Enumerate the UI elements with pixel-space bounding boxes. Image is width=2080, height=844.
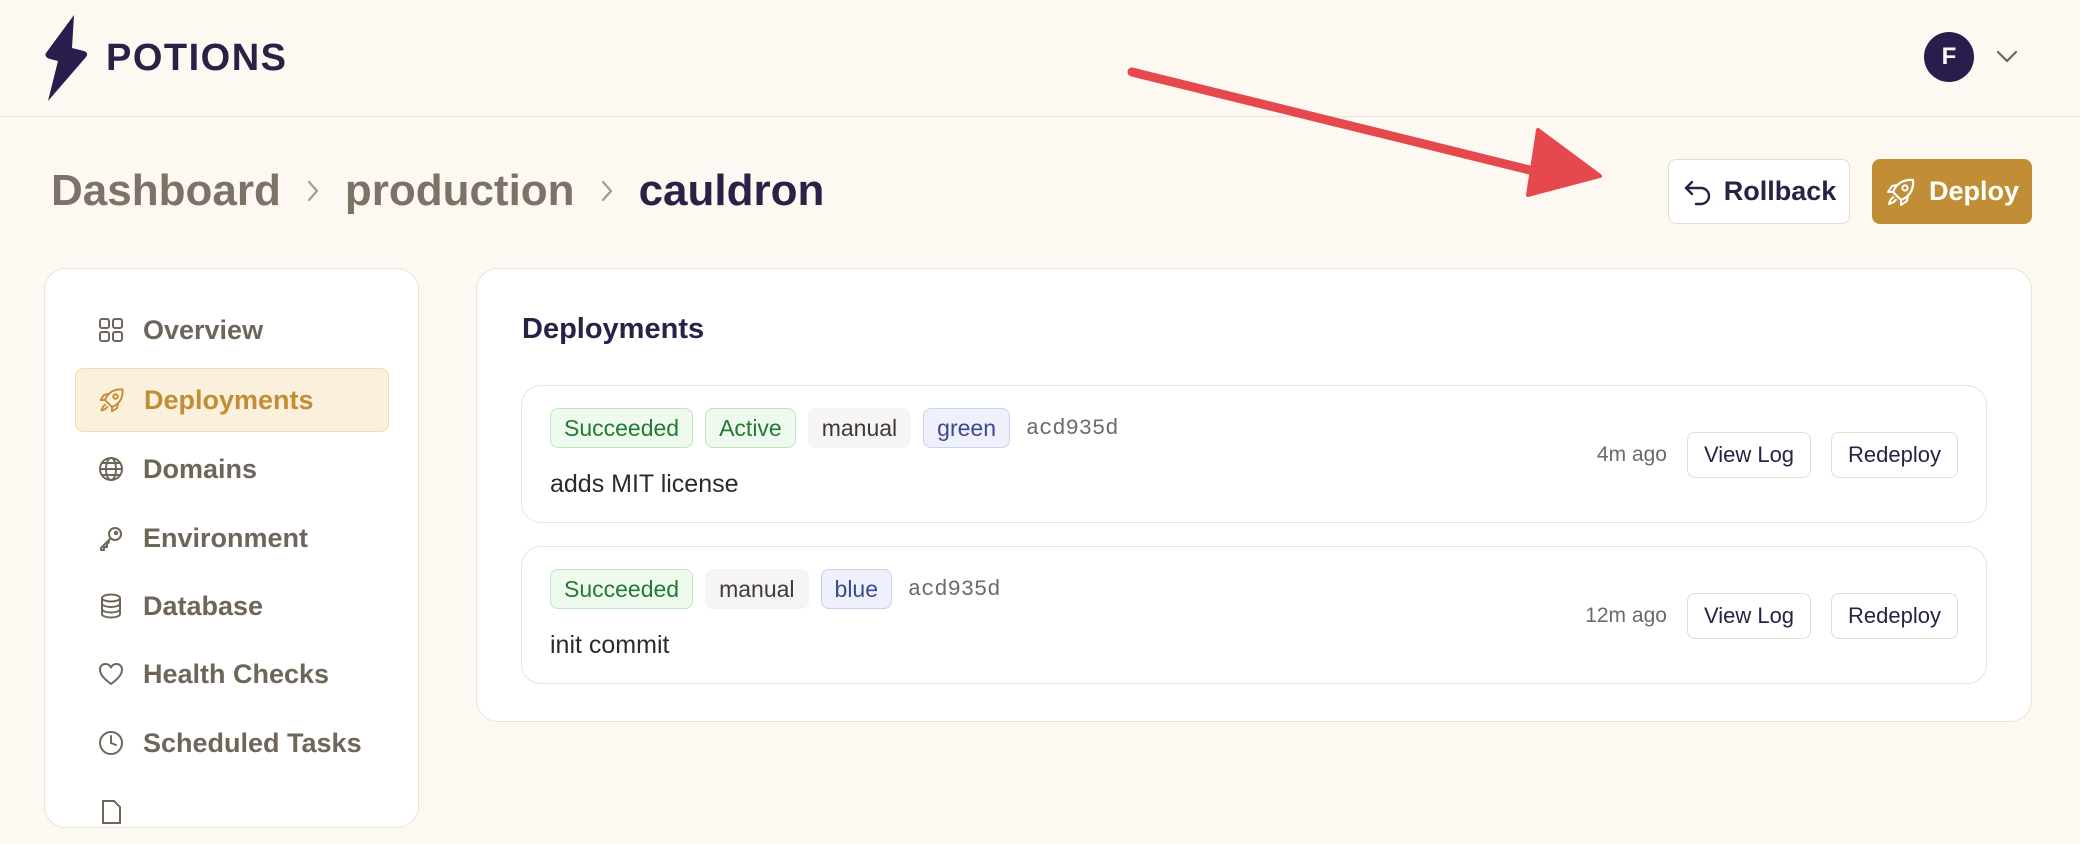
- user-menu[interactable]: F: [1924, 32, 2018, 82]
- sidebar-item-label: Environment: [143, 522, 309, 553]
- sidebar-item-label: Deployments: [144, 384, 314, 415]
- panel-title: Deployments: [522, 313, 705, 345]
- annotation-arrow: [1127, 67, 1602, 197]
- redeploy-button[interactable]: Redeploy: [1831, 432, 1958, 478]
- commit-sha: acd935d: [1026, 415, 1119, 441]
- breadcrumb-dashboard[interactable]: Dashboard: [51, 166, 281, 216]
- sidebar-item-environment[interactable]: Environment: [75, 506, 389, 570]
- sidebar-item-label: Scheduled Tasks: [143, 727, 362, 758]
- status-badge: Succeeded: [550, 408, 694, 448]
- sidebar-item-label: Health Checks: [143, 658, 330, 689]
- redeploy-button[interactable]: Redeploy: [1831, 593, 1958, 639]
- lightning-bolt-icon: [45, 15, 88, 101]
- sidebar-item-scheduled-tasks[interactable]: Scheduled Tasks: [75, 711, 389, 775]
- commit-sha: acd935d: [908, 576, 1001, 602]
- breadcrumb: Dashboard production cauldron: [51, 166, 824, 216]
- sidebar-item-label: Overview: [143, 314, 264, 345]
- view-log-button[interactable]: View Log: [1686, 432, 1812, 478]
- chevron-right-icon: [601, 180, 613, 202]
- environment-badge: blue: [820, 569, 893, 609]
- view-log-button[interactable]: View Log: [1686, 593, 1812, 639]
- sidebar-item-database[interactable]: Database: [75, 574, 389, 638]
- deployment-tags: Succeeded Active manual green acd935d: [550, 408, 1118, 448]
- rocket-icon: [1886, 178, 1915, 206]
- avatar[interactable]: F: [1924, 32, 1974, 82]
- heart-icon: [97, 660, 125, 688]
- file-icon: [97, 798, 125, 826]
- deploy-label: Deploy: [1928, 176, 2020, 206]
- sidebar-item-deployments[interactable]: Deployments: [75, 368, 389, 432]
- commit-message: adds MIT license: [550, 470, 739, 498]
- sidebar-item-partial[interactable]: [75, 780, 389, 844]
- rollback-label: Rollback: [1723, 176, 1837, 206]
- chevron-right-icon: [307, 180, 319, 202]
- top-bar: POTIONS F: [0, 0, 2080, 117]
- active-badge: Active: [705, 408, 796, 448]
- globe-icon: [97, 455, 125, 483]
- deployment-actions: 12m ago View Log Redeploy: [1585, 593, 1958, 639]
- sidebar: Overview Deployments Domains Environment…: [44, 268, 419, 828]
- deploy-button[interactable]: Deploy: [1872, 159, 2032, 224]
- deployment-tags: Succeeded manual blue acd935d: [550, 569, 1000, 609]
- breadcrumb-production[interactable]: production: [345, 166, 575, 216]
- rollback-button[interactable]: Rollback: [1668, 159, 1850, 224]
- key-icon: [97, 524, 125, 552]
- database-icon: [97, 592, 125, 620]
- trigger-badge: manual: [705, 569, 809, 609]
- chevron-down-icon[interactable]: [1996, 50, 2018, 64]
- undo-icon: [1684, 180, 1710, 205]
- status-badge: Succeeded: [550, 569, 694, 609]
- sidebar-item-domains[interactable]: Domains: [75, 437, 389, 501]
- breadcrumb-cauldron: cauldron: [638, 166, 825, 215]
- clock-icon: [97, 729, 125, 757]
- sidebar-item-health-checks[interactable]: Health Checks: [75, 642, 389, 706]
- deployment-actions: 4m ago View Log Redeploy: [1597, 432, 1958, 478]
- grid-icon: [97, 316, 125, 344]
- logo[interactable]: POTIONS: [44, 15, 288, 101]
- time-ago: 4m ago: [1596, 443, 1667, 466]
- commit-message: init commit: [550, 631, 670, 659]
- deployment-card: Succeeded manual blue acd935d init commi…: [521, 546, 1987, 684]
- sidebar-item-label: Domains: [143, 453, 258, 484]
- trigger-badge: manual: [807, 408, 912, 448]
- deployment-card: Succeeded Active manual green acd935d ad…: [521, 385, 1987, 523]
- time-ago: 12m ago: [1585, 604, 1667, 627]
- sidebar-item-label: Database: [143, 590, 264, 621]
- brand-name: POTIONS: [106, 36, 288, 79]
- sidebar-item-overview[interactable]: Overview: [75, 298, 389, 362]
- deployments-panel: Deployments Succeeded Active manual gree…: [476, 268, 2032, 722]
- environment-badge: green: [923, 408, 1010, 448]
- rocket-icon: [98, 386, 126, 414]
